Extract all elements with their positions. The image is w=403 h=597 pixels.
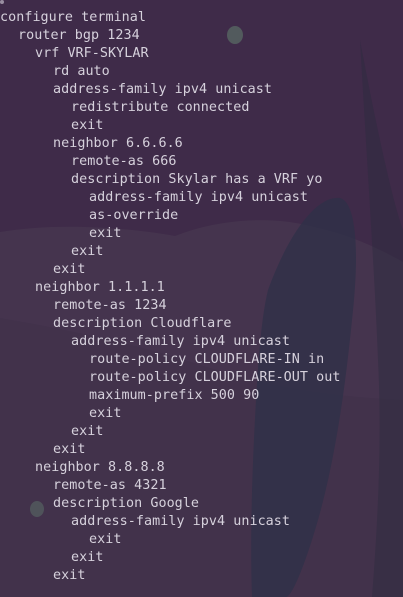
config-line: neighbor 1.1.1.1 bbox=[35, 280, 165, 295]
config-line: neighbor 8.8.8.8 bbox=[35, 460, 165, 475]
config-line: exit bbox=[71, 424, 104, 439]
config-line: description Cloudflare bbox=[53, 316, 232, 331]
terminal-window[interactable]: configure terminal router bgp 1234 vrf V… bbox=[0, 0, 403, 597]
config-line: route-policy CLOUDFLARE-IN in bbox=[89, 352, 325, 367]
config-line: redistribute connected bbox=[71, 100, 250, 115]
config-line: address-family ipv4 unicast bbox=[71, 514, 291, 529]
config-line: remote-as 4321 bbox=[53, 478, 167, 493]
config-line: exit bbox=[53, 568, 86, 583]
config-line: exit bbox=[89, 532, 122, 547]
config-line: address-family ipv4 unicast bbox=[89, 190, 309, 205]
config-line: exit bbox=[89, 406, 122, 421]
config-line: router bgp 1234 bbox=[18, 28, 140, 43]
config-line: remote-as 666 bbox=[71, 154, 177, 169]
config-line: exit bbox=[53, 262, 86, 277]
config-line: exit bbox=[71, 550, 104, 565]
config-line: description Skylar has a VRF yo bbox=[71, 172, 323, 187]
config-line: exit bbox=[89, 226, 122, 241]
config-line: configure terminal bbox=[0, 10, 147, 25]
config-line: address-family ipv4 unicast bbox=[53, 82, 273, 97]
config-line: as-override bbox=[89, 208, 179, 223]
config-line: description Google bbox=[53, 496, 200, 511]
config-line: neighbor 6.6.6.6 bbox=[53, 136, 183, 151]
config-line: maximum-prefix 500 90 bbox=[89, 388, 260, 403]
config-line: address-family ipv4 unicast bbox=[71, 334, 291, 349]
config-line: exit bbox=[71, 244, 104, 259]
config-line: exit bbox=[53, 442, 86, 457]
config-line: rd auto bbox=[53, 64, 110, 79]
config-line: route-policy CLOUDFLARE-OUT out bbox=[89, 370, 341, 385]
config-line: exit bbox=[71, 118, 104, 133]
terminal-output[interactable]: configure terminal router bgp 1234 vrf V… bbox=[0, 9, 340, 585]
config-line: vrf VRF-SKYLAR bbox=[35, 46, 149, 61]
config-line: remote-as 1234 bbox=[53, 298, 167, 313]
